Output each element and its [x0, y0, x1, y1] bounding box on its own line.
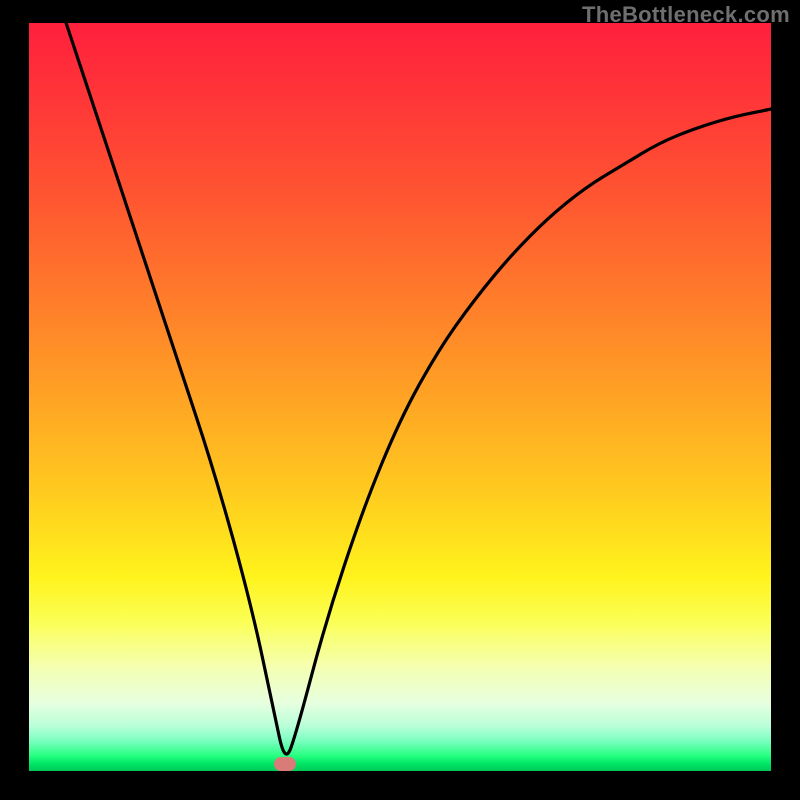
curve-svg: [29, 23, 771, 771]
optimal-point-marker: [274, 757, 296, 771]
plot-area: [29, 23, 771, 771]
watermark-text: TheBottleneck.com: [582, 2, 790, 28]
bottleneck-curve: [66, 23, 771, 754]
